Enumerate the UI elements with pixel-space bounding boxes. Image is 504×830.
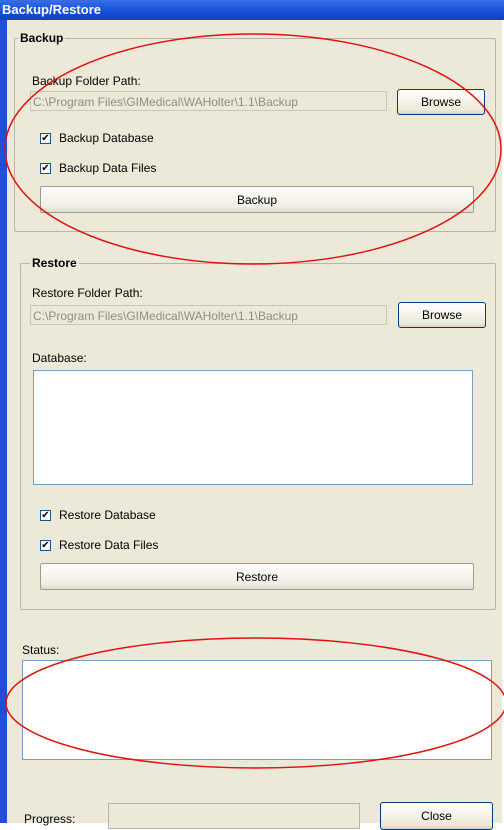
restore-files-checkbox-row[interactable]: ✔ Restore Data Files: [40, 538, 158, 552]
status-text-area[interactable]: [22, 660, 492, 760]
restore-button[interactable]: Restore: [40, 563, 474, 590]
backup-folder-label: Backup Folder Path:: [32, 74, 141, 88]
window-title: Backup/Restore: [2, 2, 101, 17]
title-bar[interactable]: Backup/Restore: [0, 0, 504, 20]
restore-database-label: Database:: [32, 351, 87, 365]
backup-group-title: Backup: [18, 31, 66, 45]
backup-database-checkbox-row[interactable]: ✔ Backup Database: [40, 131, 154, 145]
backup-files-checkbox-row[interactable]: ✔ Backup Data Files: [40, 161, 156, 175]
backup-browse-button[interactable]: Browse: [397, 89, 485, 115]
window-left-edge: [0, 0, 7, 823]
restore-files-checkbox[interactable]: ✔: [40, 539, 51, 551]
backup-files-checkbox[interactable]: ✔: [40, 162, 51, 174]
progress-bar: [108, 803, 360, 829]
backup-database-checkbox[interactable]: ✔: [40, 132, 51, 144]
progress-label: Progress:: [24, 812, 76, 826]
backup-restore-dialog: Backup/Restore Backup Backup Folder Path…: [0, 0, 504, 830]
restore-files-label: Restore Data Files: [59, 538, 159, 552]
restore-database-list[interactable]: [33, 370, 473, 485]
restore-database-check-label: Restore Database: [59, 508, 156, 522]
backup-files-label: Backup Data Files: [59, 161, 157, 175]
restore-group-title: Restore: [30, 256, 79, 270]
status-label: Status:: [22, 643, 60, 657]
restore-database-checkbox[interactable]: ✔: [40, 509, 51, 521]
backup-button[interactable]: Backup: [40, 186, 474, 213]
restore-database-checkbox-row[interactable]: ✔ Restore Database: [40, 508, 156, 522]
backup-folder-path-input[interactable]: C:\Program Files\GIMedical\WAHolter\1.1\…: [30, 91, 387, 111]
restore-folder-label: Restore Folder Path:: [32, 286, 143, 300]
restore-folder-path-input[interactable]: C:\Program Files\GIMedical\WAHolter\1.1\…: [30, 305, 387, 325]
close-button[interactable]: Close: [380, 802, 493, 830]
backup-database-label: Backup Database: [59, 131, 154, 145]
restore-browse-button[interactable]: Browse: [398, 302, 486, 328]
